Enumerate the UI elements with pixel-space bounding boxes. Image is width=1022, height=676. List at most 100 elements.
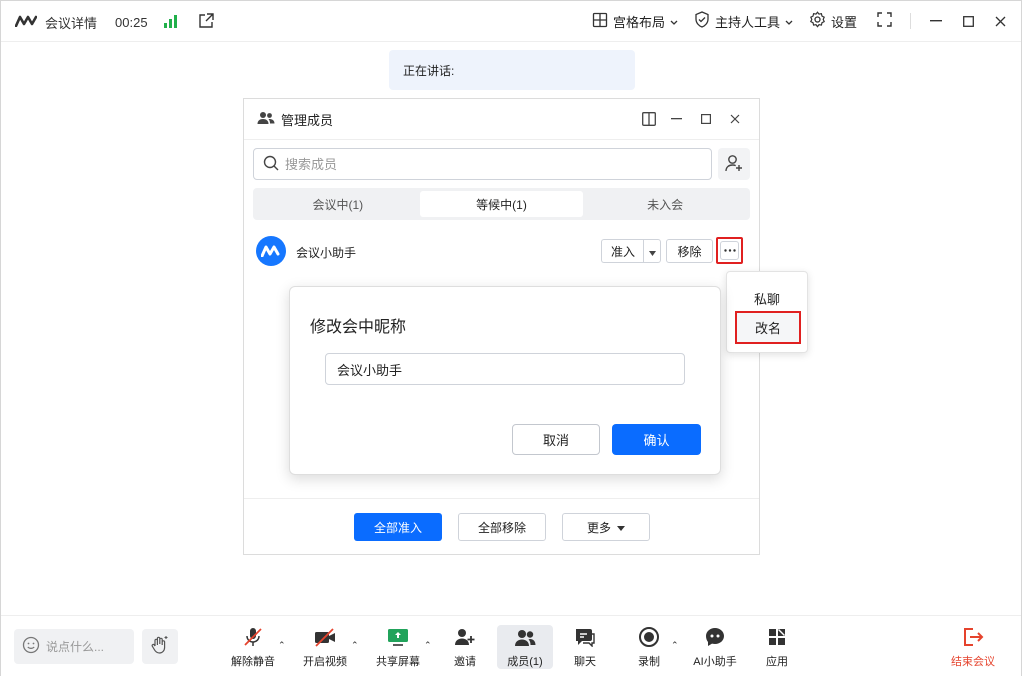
app-window: 会议详情 00:25 宫格布局 主持人工具 设置 正在讲话: 管理成员 搜索成员… xyxy=(0,0,1022,676)
raise-hand-icon xyxy=(150,635,170,658)
tool-label: 成员(1) xyxy=(507,656,543,668)
end-meeting-button[interactable]: 结束会议 xyxy=(951,626,995,669)
rename-dialog: 修改会中昵称 取消 确认 xyxy=(289,286,721,475)
record-button[interactable]: 录制 xyxy=(629,626,669,671)
meeting-info-link[interactable]: 会议详情 xyxy=(45,13,97,32)
exit-icon xyxy=(962,626,984,648)
tool-label: 聊天 xyxy=(574,656,596,668)
signal-icon xyxy=(163,14,178,31)
members-button[interactable]: 成员(1) xyxy=(497,625,553,669)
start-video-button[interactable]: 开启视频 xyxy=(300,626,350,671)
chevron-down-icon xyxy=(785,14,793,29)
add-member-button[interactable] xyxy=(718,148,750,180)
more-dots-icon xyxy=(720,241,739,260)
end-meeting-label: 结束会议 xyxy=(951,656,995,668)
settings-button[interactable]: 设置 xyxy=(809,11,857,31)
panel-maximize-button[interactable] xyxy=(698,111,714,127)
confirm-button[interactable]: 确认 xyxy=(612,424,701,455)
title-bar: 会议详情 00:25 宫格布局 主持人工具 设置 xyxy=(1,1,1021,42)
avatar xyxy=(256,236,286,266)
meeting-toolbar: 说点什么... 解除静音 ⌃ 开启视频 ⌃ 共享屏幕 ⌃ 邀请 成员(1) 聊天… xyxy=(1,615,1021,676)
invite-button[interactable]: 邀请 xyxy=(445,626,485,671)
app-logo-icon xyxy=(14,15,38,30)
tool-label: 录制 xyxy=(638,656,660,668)
shield-icon xyxy=(694,11,710,31)
remove-all-button[interactable]: 全部移除 xyxy=(458,513,546,541)
chevron-down-icon xyxy=(670,14,678,29)
grid-icon xyxy=(592,12,608,31)
sidebar-dock-button[interactable] xyxy=(641,111,657,127)
host-tools-button[interactable]: 主持人工具 xyxy=(694,11,793,31)
minimize-button[interactable] xyxy=(929,11,943,31)
record-options-caret[interactable]: ⌃ xyxy=(671,640,679,651)
member-search-input[interactable] xyxy=(285,156,685,172)
chat-placeholder: 说点什么... xyxy=(46,640,105,654)
remove-button[interactable]: 移除 xyxy=(666,239,713,263)
settings-label: 设置 xyxy=(830,14,857,30)
panel-minimize-button[interactable] xyxy=(668,111,684,127)
layout-label: 宫格布局 xyxy=(612,14,665,30)
member-tabs: 会议中(1) 等候中(1) 未入会 xyxy=(253,188,750,220)
external-link-icon[interactable] xyxy=(198,13,214,32)
admit-dropdown-button[interactable] xyxy=(643,239,661,263)
share-screen-button[interactable]: 共享屏幕 xyxy=(373,626,423,671)
admit-button[interactable]: 准入 xyxy=(601,239,644,263)
speaking-indicator: 正在讲话: xyxy=(389,50,635,90)
layout-button[interactable]: 宫格布局 xyxy=(592,12,678,31)
caret-down-icon xyxy=(617,520,625,534)
members-icon xyxy=(257,111,275,128)
mic-options-caret[interactable]: ⌃ xyxy=(278,640,286,651)
tool-label: AI小助手 xyxy=(693,656,737,668)
fullscreen-button[interactable] xyxy=(877,12,892,30)
video-options-caret[interactable]: ⌃ xyxy=(351,640,359,651)
list-item: 会议小助手 准入 移除 xyxy=(256,235,746,267)
quick-chat-input[interactable]: 说点什么... xyxy=(14,629,134,664)
chat-icon xyxy=(574,626,596,648)
private-chat-menu-item[interactable]: 私聊 xyxy=(727,284,807,312)
mic-off-icon xyxy=(242,626,264,648)
divider xyxy=(910,13,911,29)
search-icon xyxy=(263,155,279,174)
camera-off-icon xyxy=(313,626,337,648)
invite-icon xyxy=(454,626,476,648)
chat-button[interactable]: 聊天 xyxy=(565,626,605,671)
raise-hand-button[interactable] xyxy=(142,629,178,664)
more-options-button[interactable] xyxy=(716,237,743,264)
more-dropdown-button[interactable]: 更多 xyxy=(562,513,650,541)
member-name: 会议小助手 xyxy=(296,246,357,260)
cancel-button[interactable]: 取消 xyxy=(512,424,600,455)
unmute-button[interactable]: 解除静音 xyxy=(228,626,278,671)
dialog-title: 修改会中昵称 xyxy=(310,319,407,336)
admit-all-button[interactable]: 全部准入 xyxy=(354,513,442,541)
ai-assistant-button[interactable]: AI小助手 xyxy=(690,626,740,671)
panel-title: 管理成员 xyxy=(281,112,334,128)
panel-close-button[interactable] xyxy=(727,111,743,127)
share-screen-icon xyxy=(387,626,409,648)
tab-not-joined[interactable]: 未入会 xyxy=(583,191,747,217)
panel-footer: 全部准入 全部移除 更多 xyxy=(244,498,759,554)
tool-label: 共享屏幕 xyxy=(376,656,420,668)
tab-in-meeting[interactable]: 会议中(1) xyxy=(256,191,420,217)
tab-waiting[interactable]: 等候中(1) xyxy=(419,191,584,217)
more-label: 更多 xyxy=(586,520,611,535)
host-tools-label: 主持人工具 xyxy=(714,14,780,30)
ai-assistant-icon xyxy=(704,626,726,648)
member-context-menu: 私聊 改名 xyxy=(726,271,808,353)
tool-label: 解除静音 xyxy=(231,656,275,668)
tool-label: 开启视频 xyxy=(303,656,347,668)
add-user-icon xyxy=(725,154,743,175)
emoji-icon[interactable] xyxy=(22,636,40,657)
tool-label: 应用 xyxy=(766,656,788,668)
share-options-caret[interactable]: ⌃ xyxy=(424,640,432,651)
close-button[interactable] xyxy=(993,11,1007,31)
record-icon xyxy=(638,626,660,648)
apps-button[interactable]: 应用 xyxy=(757,626,797,671)
members-icon xyxy=(513,627,537,648)
nickname-input[interactable] xyxy=(325,353,685,385)
rename-menu-item[interactable]: 改名 xyxy=(735,311,801,344)
maximize-button[interactable] xyxy=(961,11,975,31)
fullscreen-icon xyxy=(877,12,892,30)
member-search-box[interactable] xyxy=(253,148,712,180)
tool-label: 邀请 xyxy=(454,656,476,668)
meeting-timer: 00:25 xyxy=(115,15,148,30)
